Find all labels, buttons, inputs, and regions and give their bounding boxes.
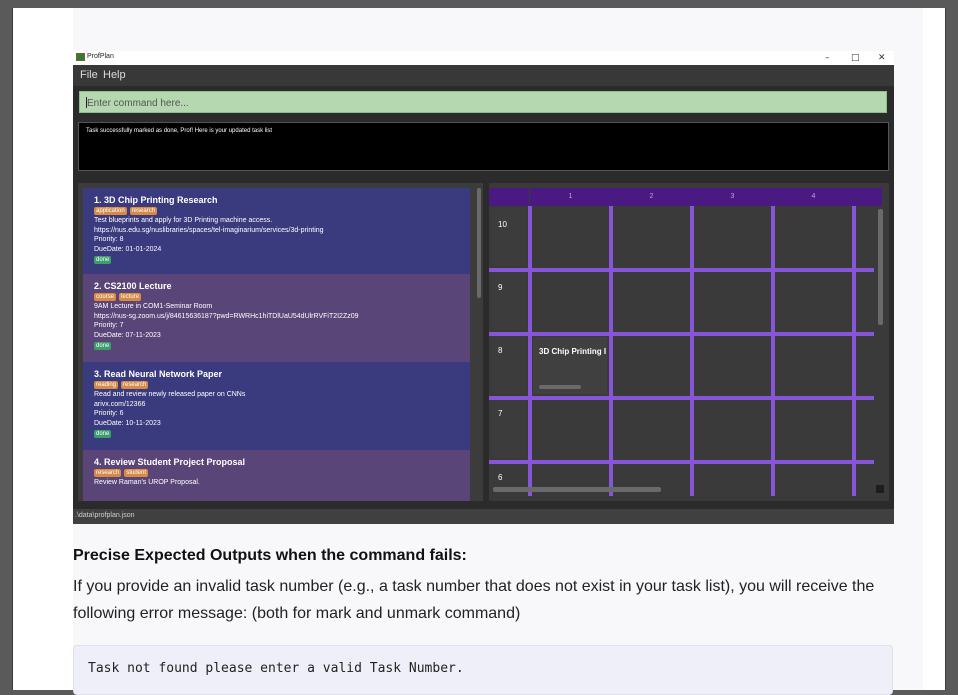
row-label: 7: [498, 409, 503, 418]
calendar-task-scrollbar[interactable]: [539, 385, 581, 389]
task-priority: Priority: 7: [94, 322, 124, 330]
task-description: 9AM Lecture in COM1-Seminar Room: [94, 302, 213, 310]
calendar-panel[interactable]: 1 2 3 4 10 9 8 7 6 3D Chip Printing I: [489, 183, 889, 501]
task-description: Test blueprints and apply for 3D Printin…: [94, 216, 273, 224]
row-label: 10: [498, 220, 507, 229]
task-card[interactable]: 3. Read Neural Network Paper reading rese…: [83, 362, 470, 450]
calendar-task-title: 3D Chip Printing I: [539, 347, 607, 356]
tag-badge: student: [124, 469, 149, 477]
task-tags: application research: [94, 206, 470, 216]
tag-badge: application: [94, 207, 127, 215]
window-title: ProfPlan: [87, 53, 114, 60]
app-window: ProfPlan – □ ✕ File Help Enter command h…: [73, 51, 894, 524]
tag-badge: research: [129, 207, 158, 215]
task-link: arivx.com/12366: [94, 400, 146, 408]
status-badge: done: [94, 341, 112, 350]
grid-line: [609, 206, 613, 496]
task-priority: Priority: 8: [94, 236, 124, 244]
tag-badge: course: [94, 293, 117, 301]
task-priority: Priority: 6: [94, 410, 124, 418]
task-title: 4. Review Student Project Proposal: [94, 457, 246, 467]
status-badge: done: [94, 255, 112, 264]
task-title: 2. CS2100 Lecture: [94, 281, 172, 291]
task-link: https://nus.edu.sg/nuslibraries/spaces/t…: [94, 226, 324, 234]
task-description: Review Raman's UROP Proposal.: [94, 478, 200, 486]
column-header: 3: [692, 188, 773, 206]
row-cell: [491, 401, 526, 458]
tag-badge: research: [121, 381, 149, 389]
minimize-button[interactable]: –: [825, 52, 830, 64]
row-cell: [491, 337, 526, 394]
task-tags: reading research: [94, 380, 470, 390]
column-header: 2: [611, 188, 692, 206]
code-block: Task not found please enter a valid Task…: [73, 645, 893, 695]
error-message-code: Task not found please enter a valid Task…: [88, 661, 464, 676]
status-bar: .\data\profplan.json: [73, 509, 894, 524]
tag-badge: lecture: [119, 293, 142, 301]
grid-line: [852, 206, 856, 496]
task-title: 1. 3D Chip Printing Research: [94, 195, 218, 205]
menu-file[interactable]: File: [80, 69, 98, 81]
section-heading: Precise Expected Outputs when the comman…: [73, 547, 467, 564]
title-bar: ProfPlan – □ ✕: [73, 51, 894, 65]
calendar-horizontal-scrollbar[interactable]: [493, 487, 661, 492]
column-header: 4: [773, 188, 854, 206]
grid-line: [771, 206, 775, 496]
task-tags: course lecture: [94, 292, 470, 302]
grid-line: [690, 206, 694, 496]
menu-bar: File Help: [73, 65, 894, 86]
row-cell: [491, 273, 526, 330]
task-due-date: DueDate: 10-11-2023: [94, 420, 161, 428]
close-button[interactable]: ✕: [878, 52, 886, 64]
grid-line: [489, 332, 874, 336]
calendar-vertical-scrollbar[interactable]: [878, 209, 883, 325]
calendar-corner: [489, 188, 529, 206]
row-label: 6: [498, 473, 503, 482]
scroll-corner: [876, 485, 884, 493]
task-link: https://nus-sg.zoom.us/j/84615636187?pwd…: [94, 312, 359, 320]
task-description: Read and review newly released paper on …: [94, 390, 246, 398]
task-due-date: DueDate: 01-01-2024: [94, 246, 162, 254]
tag-badge: research: [94, 469, 122, 477]
row-label: 9: [498, 283, 503, 292]
task-list-panel[interactable]: 1. 3D Chip Printing Research application…: [78, 183, 483, 501]
grid-line: [489, 396, 874, 400]
maximize-button[interactable]: □: [851, 52, 860, 64]
row-label: 8: [498, 346, 503, 355]
column-header-more: [854, 188, 882, 206]
menu-help[interactable]: Help: [103, 69, 126, 81]
task-due-date: DueDate: 07-11-2023: [94, 332, 161, 340]
column-header: 1: [530, 188, 611, 206]
task-list-scrollbar[interactable]: [477, 188, 481, 298]
grid-line: [528, 206, 532, 496]
result-display: Task successfully marked as done, Prof! …: [78, 122, 889, 171]
task-card[interactable]: 4. Review Student Project Proposal resea…: [83, 450, 470, 501]
task-card[interactable]: 1. 3D Chip Printing Research application…: [83, 188, 470, 274]
app-icon: [76, 53, 85, 61]
command-placeholder: Enter command here...: [87, 98, 189, 109]
status-badge: done: [94, 429, 112, 438]
section-paragraph: If you provide an invalid task number (e…: [73, 578, 875, 622]
data-file-path: .\data\profplan.json: [75, 512, 135, 519]
task-tags: research student: [94, 468, 470, 478]
command-input[interactable]: Enter command here...: [79, 91, 887, 113]
task-card[interactable]: 2. CS2100 Lecture course lecture 9AM Lect…: [83, 274, 470, 362]
result-text: Task successfully marked as done, Prof! …: [86, 128, 273, 134]
tag-badge: reading: [94, 381, 119, 389]
grid-line: [489, 460, 874, 464]
row-cell: [491, 209, 526, 266]
grid-line: [489, 268, 874, 272]
task-title: 3. Read Neural Network Paper: [94, 369, 223, 379]
